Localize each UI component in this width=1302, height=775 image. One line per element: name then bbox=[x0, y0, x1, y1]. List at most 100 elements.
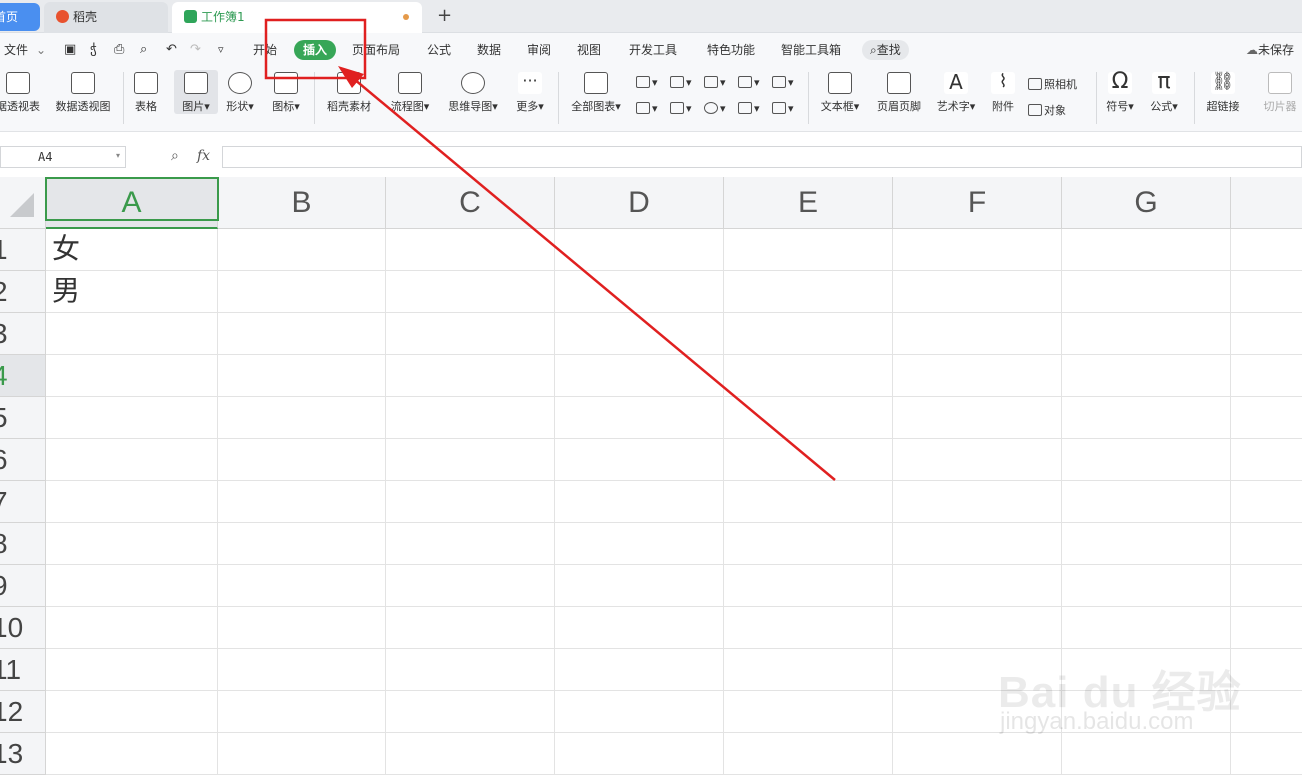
fx-icon[interactable]: fx bbox=[197, 148, 210, 164]
cell-A8[interactable] bbox=[46, 523, 218, 565]
cell-F10[interactable] bbox=[893, 607, 1062, 649]
cell-G3[interactable] bbox=[1062, 313, 1231, 355]
formula-input[interactable] bbox=[222, 146, 1302, 168]
cell-G4[interactable] bbox=[1062, 355, 1231, 397]
symbol-button[interactable]: Ω 符号▾ bbox=[1104, 70, 1136, 114]
cell-C3[interactable] bbox=[386, 313, 555, 355]
cell-F13[interactable] bbox=[893, 733, 1062, 775]
cloud-status[interactable]: ☁未保存 bbox=[1246, 40, 1294, 60]
name-box[interactable]: A4 bbox=[0, 146, 126, 168]
daoke-material-button[interactable]: 稻壳素材 bbox=[324, 70, 374, 114]
column-chart-button[interactable]: ▾ bbox=[636, 76, 658, 89]
cell-G2[interactable] bbox=[1062, 271, 1231, 313]
pivot-table-button[interactable]: 据透视表 bbox=[0, 70, 44, 114]
undo-icon[interactable]: ↶ bbox=[166, 40, 177, 60]
cell-G1[interactable] bbox=[1062, 229, 1231, 271]
header-footer-button[interactable]: 页眉页脚 bbox=[874, 70, 924, 114]
cell-D5[interactable] bbox=[555, 397, 724, 439]
all-charts-button[interactable]: 全部图表▾ bbox=[566, 70, 626, 114]
cell-D10[interactable] bbox=[555, 607, 724, 649]
hyperlink-button[interactable]: ⛓ 超链接 bbox=[1204, 70, 1242, 114]
cell-B1[interactable] bbox=[218, 229, 386, 271]
cell-A9[interactable] bbox=[46, 565, 218, 607]
cell-F5[interactable] bbox=[893, 397, 1062, 439]
cell-G13[interactable] bbox=[1062, 733, 1231, 775]
chevron-down-icon[interactable]: ⌄ bbox=[36, 40, 46, 60]
cell-H13[interactable] bbox=[1231, 733, 1302, 775]
cell-C11[interactable] bbox=[386, 649, 555, 691]
cell-A11[interactable] bbox=[46, 649, 218, 691]
cell-B3[interactable] bbox=[218, 313, 386, 355]
row-header-2[interactable]: 2 bbox=[0, 271, 46, 313]
column-header-E[interactable]: E bbox=[724, 177, 893, 229]
cell-E5[interactable] bbox=[724, 397, 893, 439]
attachment-button[interactable]: ⌇ 附件 bbox=[988, 70, 1018, 114]
cell-G7[interactable] bbox=[1062, 481, 1231, 523]
cell-C13[interactable] bbox=[386, 733, 555, 775]
cell-H1[interactable] bbox=[1231, 229, 1302, 271]
radar-chart-button[interactable]: ▾ bbox=[738, 76, 760, 89]
row-header-6[interactable]: 6 bbox=[0, 439, 46, 481]
cell-D4[interactable] bbox=[555, 355, 724, 397]
cell-D7[interactable] bbox=[555, 481, 724, 523]
print-icon[interactable]: ⎙ bbox=[114, 40, 124, 60]
cell-C9[interactable] bbox=[386, 565, 555, 607]
mindmap-button[interactable]: 思维导图▾ bbox=[444, 70, 502, 114]
cell-F6[interactable] bbox=[893, 439, 1062, 481]
flowchart-button[interactable]: 流程图▾ bbox=[386, 70, 434, 114]
cell-H7[interactable] bbox=[1231, 481, 1302, 523]
cell-F2[interactable] bbox=[893, 271, 1062, 313]
menu-formulas[interactable]: 公式 bbox=[427, 40, 451, 60]
shapes-button[interactable]: 形状▾ bbox=[222, 70, 258, 114]
format-painter-icon[interactable]: ჭ bbox=[90, 40, 97, 60]
cell-H2[interactable] bbox=[1231, 271, 1302, 313]
cell-A5[interactable] bbox=[46, 397, 218, 439]
cell-C2[interactable] bbox=[386, 271, 555, 313]
cell-F3[interactable] bbox=[893, 313, 1062, 355]
cell-F8[interactable] bbox=[893, 523, 1062, 565]
cell-A10[interactable] bbox=[46, 607, 218, 649]
cell-H5[interactable] bbox=[1231, 397, 1302, 439]
cell-B10[interactable] bbox=[218, 607, 386, 649]
tab-home[interactable]: 首页 bbox=[0, 3, 40, 31]
cell-B7[interactable] bbox=[218, 481, 386, 523]
print-preview-icon[interactable]: ⌕ bbox=[140, 40, 147, 60]
bar-chart-button[interactable]: ▾ bbox=[670, 76, 692, 89]
cell-B4[interactable] bbox=[218, 355, 386, 397]
cell-A6[interactable] bbox=[46, 439, 218, 481]
cell-E7[interactable] bbox=[724, 481, 893, 523]
stat-chart-button[interactable]: ▾ bbox=[670, 102, 692, 115]
row-header-5[interactable]: 5 bbox=[0, 397, 46, 439]
cell-A13[interactable] bbox=[46, 733, 218, 775]
picture-button[interactable]: 图片▾ bbox=[174, 70, 218, 114]
line-chart-button[interactable]: ▾ bbox=[704, 76, 726, 89]
new-tab-button[interactable]: + bbox=[437, 4, 452, 28]
menu-view[interactable]: 视图 bbox=[577, 40, 601, 60]
cell-D3[interactable] bbox=[555, 313, 724, 355]
cell-F4[interactable] bbox=[893, 355, 1062, 397]
cell-A7[interactable] bbox=[46, 481, 218, 523]
scatter-chart-button[interactable]: ▾ bbox=[738, 102, 760, 115]
row-header-1[interactable]: 1 bbox=[0, 229, 46, 271]
row-header-7[interactable]: 7 bbox=[0, 481, 46, 523]
cell-F9[interactable] bbox=[893, 565, 1062, 607]
cell-C1[interactable] bbox=[386, 229, 555, 271]
cell-B11[interactable] bbox=[218, 649, 386, 691]
menu-file[interactable]: 文件 bbox=[4, 40, 28, 60]
area-chart-button[interactable]: ▾ bbox=[772, 76, 794, 89]
cell-D8[interactable] bbox=[555, 523, 724, 565]
cell-E8[interactable] bbox=[724, 523, 893, 565]
tab-workbook[interactable]: 工作簿1 bbox=[172, 2, 422, 33]
wordart-button[interactable]: A 艺术字▾ bbox=[932, 70, 980, 114]
cell-H6[interactable] bbox=[1231, 439, 1302, 481]
cell-D1[interactable] bbox=[555, 229, 724, 271]
menu-data[interactable]: 数据 bbox=[477, 40, 501, 60]
cell-F7[interactable] bbox=[893, 481, 1062, 523]
cell-A2[interactable]: 男 bbox=[46, 271, 218, 313]
cell-A3[interactable] bbox=[46, 313, 218, 355]
cell-E12[interactable] bbox=[724, 691, 893, 733]
pie-chart-button[interactable]: ▾ bbox=[704, 102, 726, 115]
row-header-9[interactable]: 9 bbox=[0, 565, 46, 607]
cell-H3[interactable] bbox=[1231, 313, 1302, 355]
cell-C7[interactable] bbox=[386, 481, 555, 523]
